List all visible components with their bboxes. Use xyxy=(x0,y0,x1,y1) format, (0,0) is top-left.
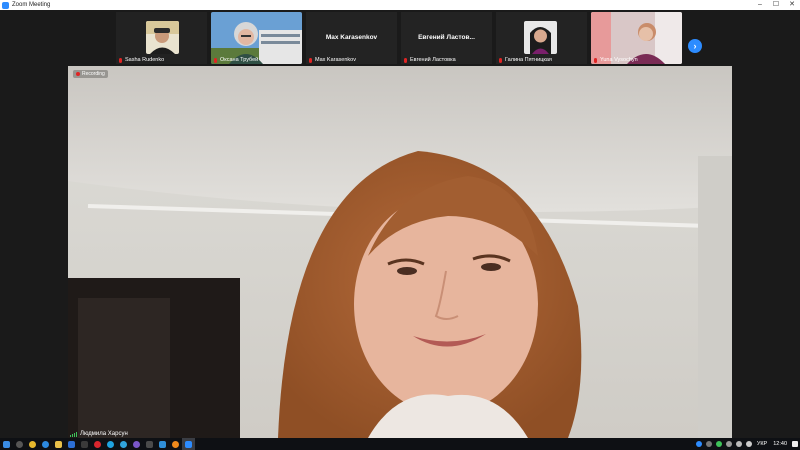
mic-muted-icon xyxy=(593,57,598,63)
window-controls: – ☐ ✕ xyxy=(752,0,800,10)
signal-strength-icon xyxy=(70,431,78,437)
antivirus-icon[interactable] xyxy=(715,441,722,447)
mic-muted-icon xyxy=(403,57,408,63)
participant-tile[interactable]: Max Karasenkov Max Karasenkov xyxy=(306,12,397,64)
windows-taskbar: УКР 12:40 xyxy=(0,438,800,450)
viber-icon[interactable] xyxy=(130,438,143,450)
participant-tile[interactable]: Yuna Vysochyn xyxy=(591,12,682,64)
minimize-button[interactable]: – xyxy=(752,0,768,10)
participant-name: Sasha Rudenko xyxy=(125,57,165,63)
windows-start-icon[interactable] xyxy=(0,438,13,450)
notifications-icon[interactable] xyxy=(792,441,798,447)
file-explorer-icon[interactable] xyxy=(52,438,65,450)
mic-muted-icon xyxy=(118,57,123,63)
participant-name: Галина Пятницкая xyxy=(505,57,552,63)
cloud-icon[interactable] xyxy=(705,441,712,447)
mic-muted-icon xyxy=(498,57,503,63)
battery-icon[interactable] xyxy=(725,441,732,447)
vlc-icon[interactable] xyxy=(169,438,182,450)
photos-icon[interactable] xyxy=(156,438,169,450)
participant-video xyxy=(146,21,179,54)
recording-label: Recording xyxy=(82,71,105,77)
participant-tile[interactable]: Оксана Трубей xyxy=(211,12,302,64)
participant-name: Max Karasenkov xyxy=(315,57,356,63)
close-button[interactable]: ✕ xyxy=(784,0,800,10)
volume-icon[interactable] xyxy=(745,441,752,447)
chevron-right-icon[interactable]: › xyxy=(688,39,702,53)
participant-display-name: Евгений Ластов... xyxy=(418,34,475,41)
maximize-button[interactable]: ☐ xyxy=(768,0,784,10)
participant-name: Оксана Трубей xyxy=(220,57,259,63)
participant-tile[interactable]: Галина Пятницкая xyxy=(496,12,587,64)
skype-icon[interactable] xyxy=(104,438,117,450)
speaker-video-frame xyxy=(68,66,732,438)
participant-name-bar: Yuna Vysochyn xyxy=(593,57,638,63)
active-speaker-video: Recording Людмила Харсун xyxy=(68,66,732,438)
mic-muted-icon xyxy=(308,57,313,63)
system-tray: УКР 12:40 xyxy=(694,438,800,450)
participant-name-bar: Sasha Rudenko xyxy=(118,57,164,63)
telegram-icon[interactable] xyxy=(117,438,130,450)
speaker-name: Людмила Харсун xyxy=(80,431,128,437)
keyboard-language[interactable]: УКР xyxy=(757,441,767,447)
search-icon[interactable] xyxy=(13,438,26,450)
zoom-app-icon xyxy=(2,1,9,9)
zoom-icon[interactable] xyxy=(182,438,195,450)
mail-icon[interactable] xyxy=(65,438,78,450)
participant-name-bar: Оксана Трубей xyxy=(213,57,258,63)
calculator-icon[interactable] xyxy=(143,438,156,450)
participant-name-bar: Галина Пятницкая xyxy=(498,57,552,63)
participant-tile[interactable]: Sasha Rudenko xyxy=(116,12,207,64)
recording-indicator: Recording xyxy=(73,70,108,78)
mic-muted-icon xyxy=(213,57,218,63)
participant-video xyxy=(524,21,557,54)
participant-gallery: Sasha Rudenko Оксана Трубей Max Karasenk… xyxy=(0,10,800,66)
window-titlebar: Zoom Meeting – ☐ ✕ xyxy=(0,0,800,10)
opera-icon[interactable] xyxy=(91,438,104,450)
window-title: Zoom Meeting xyxy=(12,2,51,8)
speaker-name-bar: Людмила Харсун xyxy=(70,431,128,437)
recording-dot-icon xyxy=(76,72,80,76)
participant-name: Евгений Ластовка xyxy=(410,57,456,63)
store-icon[interactable] xyxy=(78,438,91,450)
taskbar-clock[interactable]: 12:40 xyxy=(773,441,787,447)
zoom-tray-icon[interactable] xyxy=(695,441,702,447)
participant-name-bar: Max Karasenkov xyxy=(308,57,356,63)
network-icon[interactable] xyxy=(735,441,742,447)
participant-name: Yuna Vysochyn xyxy=(600,57,638,63)
edge-icon[interactable] xyxy=(39,438,52,450)
participant-display-name: Max Karasenkov xyxy=(325,34,378,41)
participant-tile[interactable]: Евгений Ластов... Евгений Ластовка xyxy=(401,12,492,64)
participant-name-bar: Евгений Ластовка xyxy=(403,57,456,63)
chrome-icon[interactable] xyxy=(26,438,39,450)
